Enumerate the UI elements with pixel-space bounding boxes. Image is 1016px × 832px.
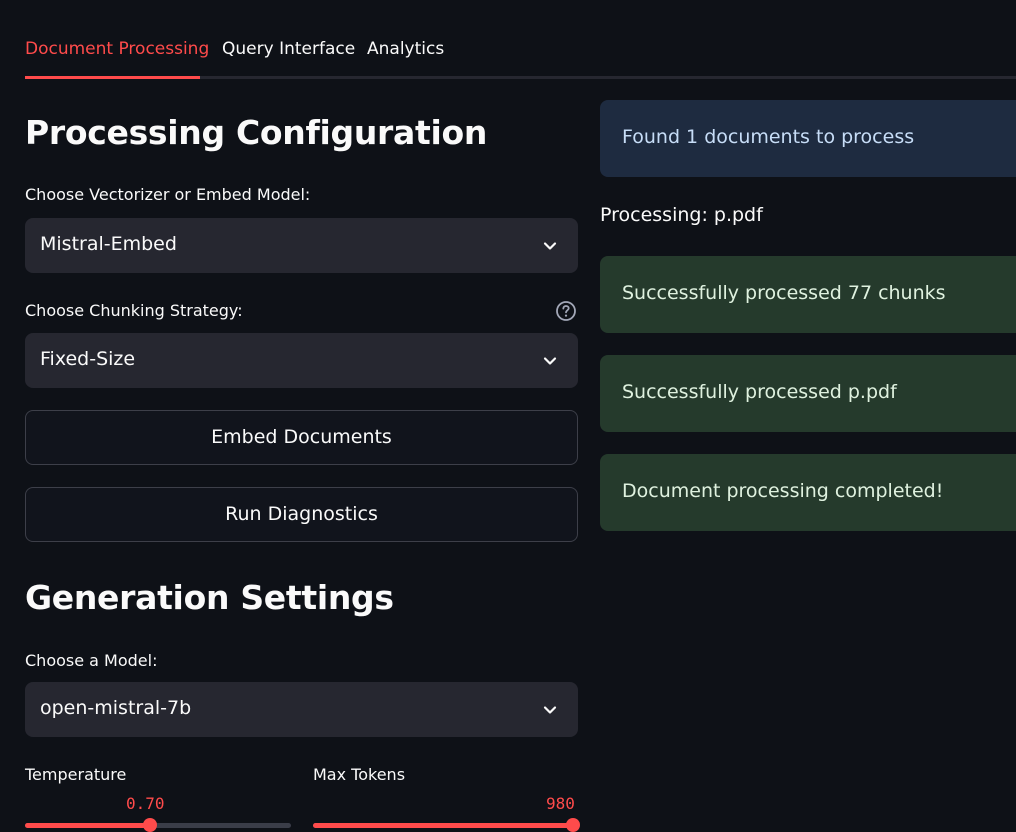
model-label: Choose a Model: bbox=[25, 651, 158, 670]
max-tokens-slider-handle[interactable] bbox=[566, 818, 580, 832]
chevron-down-icon bbox=[543, 357, 557, 365]
temperature-slider-fill bbox=[25, 823, 150, 828]
model-select-value: open-mistral-7b bbox=[40, 697, 192, 719]
model-select[interactable]: open-mistral-7b bbox=[25, 682, 578, 737]
info-alert: Found 1 documents to process bbox=[600, 100, 1016, 177]
success-alert-chunks: Successfully processed 77 chunks bbox=[600, 256, 1016, 333]
temperature-label: Temperature bbox=[25, 765, 127, 784]
tab-analytics[interactable]: Analytics bbox=[367, 39, 444, 59]
success-alert-text: Successfully processed p.pdf bbox=[622, 381, 897, 403]
success-alert-completed: Document processing completed! bbox=[600, 454, 1016, 531]
chunking-select[interactable]: Fixed-Size bbox=[25, 333, 578, 388]
processing-configuration-heading: Processing Configuration bbox=[25, 113, 488, 152]
vectorizer-select-value: Mistral-Embed bbox=[40, 233, 177, 255]
chunking-label: Choose Chunking Strategy: bbox=[25, 301, 243, 320]
max-tokens-slider-fill bbox=[313, 823, 573, 828]
success-alert-text: Document processing completed! bbox=[622, 480, 944, 502]
max-tokens-label: Max Tokens bbox=[313, 765, 406, 784]
vectorizer-select[interactable]: Mistral-Embed bbox=[25, 218, 578, 273]
info-alert-text: Found 1 documents to process bbox=[622, 126, 915, 148]
max-tokens-slider[interactable] bbox=[313, 818, 580, 832]
run-diagnostics-button[interactable]: Run Diagnostics bbox=[25, 487, 578, 542]
chunking-select-value: Fixed-Size bbox=[40, 348, 136, 370]
success-alert-file: Successfully processed p.pdf bbox=[600, 355, 1016, 432]
embed-documents-button[interactable]: Embed Documents bbox=[25, 410, 578, 465]
tab-document-processing[interactable]: Document Processing bbox=[25, 39, 209, 59]
temperature-value: 0.70 bbox=[126, 794, 165, 813]
chevron-down-icon bbox=[543, 706, 557, 714]
success-alert-text: Successfully processed 77 chunks bbox=[622, 282, 946, 304]
tab-query-interface[interactable]: Query Interface bbox=[222, 39, 355, 59]
temperature-slider[interactable] bbox=[25, 818, 291, 832]
chevron-down-icon bbox=[543, 242, 557, 250]
max-tokens-value: 980 bbox=[546, 794, 575, 813]
tab-bar: Document Processing Query Interface Anal… bbox=[25, 22, 1016, 79]
processing-status-text: Processing: p.pdf bbox=[600, 204, 763, 226]
help-circle-icon[interactable] bbox=[555, 300, 577, 322]
temperature-slider-handle[interactable] bbox=[143, 818, 157, 832]
vectorizer-label: Choose Vectorizer or Embed Model: bbox=[25, 185, 311, 204]
generation-settings-heading: Generation Settings bbox=[25, 578, 394, 617]
active-tab-indicator bbox=[25, 76, 200, 79]
